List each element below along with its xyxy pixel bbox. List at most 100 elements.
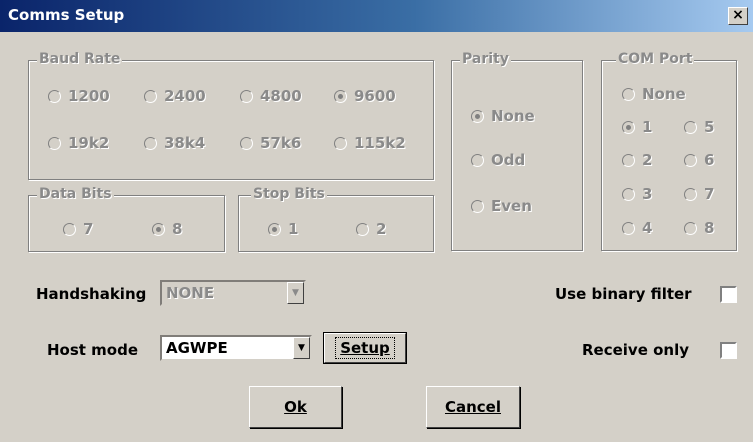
radio-label: 2	[642, 151, 653, 169]
radio-label: 19k2	[68, 134, 110, 152]
radio-label: 1	[642, 118, 653, 136]
receive-only-label: Receive only	[582, 341, 690, 359]
baud-radio-1200[interactable]: 1200	[48, 86, 110, 106]
host-mode-label: Host mode	[47, 341, 139, 359]
radio-circle	[144, 136, 157, 150]
cancel-button[interactable]: Cancel	[426, 386, 520, 428]
baud-radio-19k2[interactable]: 19k2	[48, 133, 109, 153]
radio-circle	[471, 153, 484, 167]
radio-label: 5	[704, 118, 715, 136]
radio-label: 57k6	[260, 134, 302, 152]
com-radio-none[interactable]: None	[622, 84, 686, 104]
chevron-down-icon[interactable]: ▼	[287, 282, 304, 304]
radio-circle	[240, 89, 253, 103]
radio-label: 9600	[354, 87, 396, 105]
radio-label: Even	[491, 197, 532, 215]
stop-bits-label: Stop Bits	[251, 186, 327, 202]
radio-label: None	[642, 85, 686, 103]
use-binary-filter-checkbox[interactable]	[720, 286, 737, 303]
radio-label: 115k2	[354, 134, 406, 152]
radio-circle	[240, 136, 253, 150]
baud-radio-9600[interactable]: 9600	[334, 86, 396, 106]
handshaking-label: Handshaking	[36, 285, 147, 303]
radio-label: 4800	[260, 87, 302, 105]
radio-circle	[471, 109, 484, 123]
com-radio-5[interactable]: 5	[684, 117, 714, 137]
radio-circle	[684, 221, 697, 235]
window-title: Comms Setup	[8, 6, 125, 24]
setup-button-label: Setup	[335, 337, 395, 359]
radio-circle	[622, 187, 635, 201]
host-mode-select[interactable]: AGWPE ▼	[160, 335, 312, 361]
radio-label: 7	[83, 220, 94, 238]
com-radio-1[interactable]: 1	[622, 117, 652, 137]
radio-circle	[471, 199, 484, 213]
ok-button[interactable]: Ok	[249, 386, 342, 428]
radio-circle	[334, 136, 347, 150]
data-bits-radio-8[interactable]: 8	[152, 219, 182, 239]
radio-label: 3	[642, 185, 653, 203]
radio-circle	[152, 222, 165, 236]
radio-label: 1200	[68, 87, 110, 105]
radio-label: 38k4	[164, 134, 206, 152]
ok-button-label: Ok	[284, 398, 307, 416]
radio-circle	[144, 89, 157, 103]
baud-rate-group: Baud Rate	[28, 51, 434, 180]
radio-circle	[622, 120, 635, 134]
data-bits-group: Data Bits	[28, 186, 225, 252]
parity-radio-even[interactable]: Even	[471, 196, 532, 216]
radio-circle	[48, 89, 61, 103]
radio-circle	[334, 89, 347, 103]
radio-circle	[63, 222, 76, 236]
radio-circle	[684, 120, 697, 134]
cancel-button-label: Cancel	[444, 398, 501, 416]
com-radio-2[interactable]: 2	[622, 150, 652, 170]
com-radio-7[interactable]: 7	[684, 184, 714, 204]
radio-circle	[48, 136, 61, 150]
radio-circle	[356, 222, 369, 236]
chevron-down-icon[interactable]: ▼	[293, 337, 310, 359]
title-bar[interactable]: Comms Setup ×	[0, 0, 753, 32]
parity-radio-none[interactable]: None	[471, 106, 535, 126]
radio-label: None	[491, 107, 535, 125]
baud-rate-label: Baud Rate	[37, 51, 123, 67]
com-port-label: COM Port	[616, 51, 695, 67]
radio-circle	[268, 222, 281, 236]
data-bits-label: Data Bits	[37, 186, 114, 202]
handshaking-value: NONE	[166, 284, 215, 302]
radio-label: 1	[288, 220, 299, 238]
setup-button[interactable]: Setup	[323, 332, 407, 364]
com-radio-8[interactable]: 8	[684, 218, 714, 238]
stop-bits-radio-2[interactable]: 2	[356, 219, 386, 239]
baud-radio-4800[interactable]: 4800	[240, 86, 302, 106]
handshaking-select[interactable]: NONE ▼	[160, 280, 306, 306]
com-radio-6[interactable]: 6	[684, 150, 714, 170]
data-bits-radio-7[interactable]: 7	[63, 219, 93, 239]
radio-label: Odd	[491, 151, 526, 169]
host-mode-value: AGWPE	[166, 339, 228, 357]
radio-circle	[684, 187, 697, 201]
com-radio-3[interactable]: 3	[622, 184, 652, 204]
close-icon[interactable]: ×	[728, 7, 748, 25]
radio-label: 6	[704, 151, 715, 169]
radio-label: 7	[704, 185, 715, 203]
baud-radio-2400[interactable]: 2400	[144, 86, 206, 106]
parity-radio-odd[interactable]: Odd	[471, 150, 525, 170]
parity-label: Parity	[460, 51, 511, 67]
radio-label: 2400	[164, 87, 206, 105]
radio-label: 8	[172, 220, 183, 238]
baud-radio-115k2[interactable]: 115k2	[334, 133, 406, 153]
baud-radio-57k6[interactable]: 57k6	[240, 133, 301, 153]
radio-label: 4	[642, 219, 653, 237]
com-radio-4[interactable]: 4	[622, 218, 652, 238]
use-binary-filter-label: Use binary filter	[555, 285, 692, 303]
radio-circle	[622, 87, 635, 101]
radio-circle	[622, 221, 635, 235]
radio-label: 2	[376, 220, 387, 238]
radio-label: 8	[704, 219, 715, 237]
radio-circle	[622, 153, 635, 167]
receive-only-checkbox[interactable]	[720, 342, 737, 359]
comms-setup-dialog: Comms Setup × Baud Rate 1200 2400 4800 9…	[0, 0, 753, 442]
baud-radio-38k4[interactable]: 38k4	[144, 133, 205, 153]
stop-bits-radio-1[interactable]: 1	[268, 219, 298, 239]
